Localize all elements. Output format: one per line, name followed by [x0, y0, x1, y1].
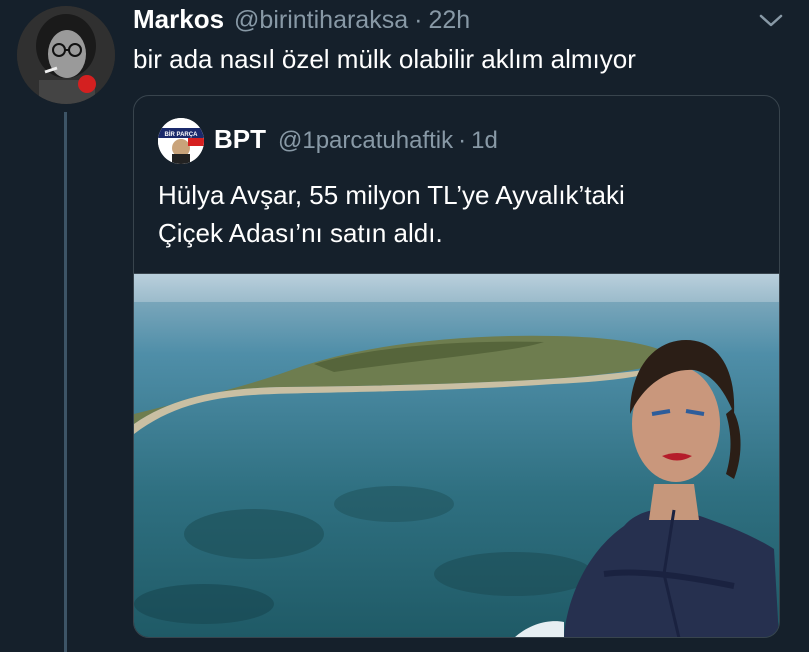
quoted-user-handle[interactable]: @1parcatuhaftik	[278, 127, 453, 155]
tweet-text: bir ada nasıl özel mülk olabilir aklım a…	[133, 44, 636, 74]
quoted-user-avatar[interactable]: BİR PARÇA	[158, 118, 204, 164]
tweet-timestamp[interactable]: 22h	[428, 6, 470, 35]
avatar-image	[17, 6, 115, 104]
bpt-logo-text: BİR PARÇA	[165, 131, 199, 138]
separator-dot: ·	[458, 127, 467, 154]
quoted-tweet-header: BPT @1parcatuhaftik · 1d	[214, 124, 498, 158]
quoted-tweet-text: Hülya Avşar, 55 milyon TL’ye Ayvalık’tak…	[158, 176, 758, 252]
tweet-menu-button[interactable]	[756, 8, 786, 32]
quoted-text-line: Çiçek Adası’nı satın aldı.	[158, 218, 443, 248]
quoted-tweet-image[interactable]	[134, 273, 779, 637]
tweet-header: Markos @birintiharaksa · 22h	[133, 4, 470, 38]
bpt-logo: BİR PARÇA	[158, 118, 204, 164]
island-photo	[134, 274, 779, 637]
quoted-tweet-timestamp[interactable]: 1d	[471, 127, 498, 155]
chevron-down-icon	[759, 14, 783, 27]
quoted-display-name[interactable]: BPT	[214, 124, 266, 155]
display-name[interactable]: Markos	[133, 4, 224, 35]
separator-dot: ·	[414, 6, 423, 34]
user-handle[interactable]: @birintiharaksa	[234, 6, 408, 35]
quoted-text-line: Hülya Avşar, 55 milyon TL’ye Ayvalık’tak…	[158, 180, 625, 210]
thread-connector-line	[64, 112, 67, 652]
quoted-tweet-card[interactable]: BİR PARÇA BPT @1parcatuhaftik · 1d Hülya…	[133, 95, 780, 638]
user-avatar[interactable]	[17, 6, 115, 104]
